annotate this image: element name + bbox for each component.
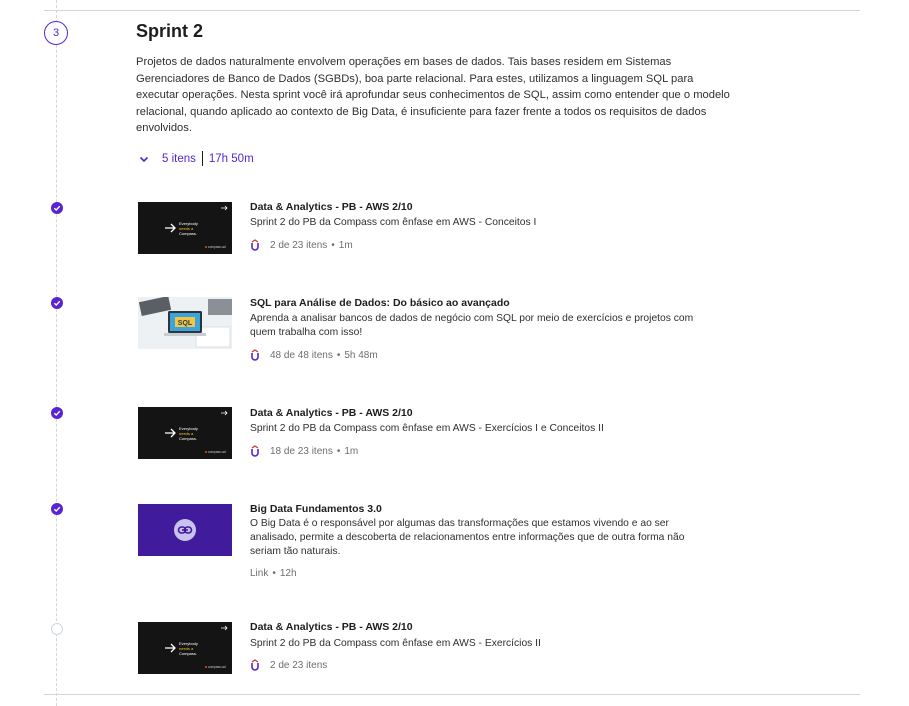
meta-bullet: • <box>336 445 341 457</box>
compass-thumbnail-art: Everybody needs a Compass. compass.uol <box>165 205 228 249</box>
meta-bullet: • <box>331 239 335 251</box>
compass-thumbnail-art: Everybody needs a Compass. compass.uol <box>165 410 228 454</box>
item-meta: 2 de 23 itens • 1m <box>250 239 353 251</box>
section-description: Projetos de dados naturalmente envolvem … <box>136 56 730 134</box>
item-progress: 2 de 23 itens <box>270 659 328 671</box>
compass-thumbnail-art: Everybody needs a Compass. compass.uol <box>165 625 228 669</box>
item-progress: 18 de 23 itens <box>270 445 333 457</box>
section-title: Sprint 2 <box>136 21 204 41</box>
chevron-down-icon[interactable] <box>138 153 150 165</box>
check-icon <box>51 202 63 214</box>
item-duration: 5h 48m <box>344 349 378 361</box>
udemy-business-icon <box>250 659 260 671</box>
course-thumbnail[interactable]: SQL <box>138 297 232 349</box>
sql-thumbnail-art: SQL <box>138 297 232 349</box>
course-thumbnail[interactable] <box>138 504 232 556</box>
brand-label: compass.uol <box>208 245 226 249</box>
course-thumbnail[interactable]: Everybody needs a Compass. compass.uol <box>138 622 232 674</box>
tagline-line-3: Compass. <box>179 651 197 656</box>
meta-divider <box>201 151 203 166</box>
udemy-business-icon <box>250 349 260 361</box>
meta-bullet: • <box>336 349 341 361</box>
item-title[interactable]: Data & Analytics - PB - AWS 2/10 <box>250 201 413 213</box>
item-subtitle: O Big Data é o responsável por algumas d… <box>250 518 685 557</box>
section-duration: 17h 50m <box>208 152 254 165</box>
item-title[interactable]: Data & Analytics - PB - AWS 2/10 <box>250 621 413 633</box>
course-thumbnail[interactable]: Everybody needs a Compass. compass.uol <box>138 407 232 459</box>
item-subtitle: Sprint 2 do PB da Compass com ênfase em … <box>250 423 604 434</box>
sql-badge-text: SQL <box>178 320 193 327</box>
incomplete-circle-icon <box>51 623 63 635</box>
tagline-line-3: Compass. <box>179 231 197 236</box>
item-title[interactable]: Data & Analytics - PB - AWS 2/10 <box>250 407 413 419</box>
section-meta[interactable]: 5 itens 17h 50m <box>138 151 254 166</box>
section-number-badge: 3 <box>44 21 68 45</box>
meta-bullet: • <box>272 568 276 579</box>
section-number: 3 <box>52 27 60 39</box>
item-meta: 48 de 48 itens • 5h 48m <box>250 349 378 361</box>
item-subtitle: Sprint 2 do PB da Compass com ênfase em … <box>250 217 537 228</box>
timeline-line <box>56 0 57 706</box>
item-title[interactable]: Big Data Fundamentos 3.0 <box>250 503 382 515</box>
item-progress: 2 de 23 itens <box>270 239 328 251</box>
top-divider <box>44 10 860 11</box>
item-type: Link <box>250 568 269 579</box>
check-icon <box>51 503 63 515</box>
item-duration: 12h <box>279 568 297 579</box>
check-icon <box>51 407 63 419</box>
brand-label: compass.uol <box>208 450 226 454</box>
course-thumbnail[interactable]: Everybody needs a Compass. compass.uol <box>138 202 232 254</box>
item-meta: 18 de 23 itens • 1m <box>250 445 358 457</box>
item-progress: 48 de 48 itens <box>270 349 333 361</box>
brand-label: compass.uol <box>208 665 226 669</box>
item-title[interactable]: SQL para Análise de Dados: Do básico ao … <box>250 297 510 309</box>
check-icon <box>51 297 63 309</box>
item-subtitle: Sprint 2 do PB da Compass com ênfase em … <box>250 638 541 649</box>
item-duration: 1m <box>338 239 353 251</box>
bottom-divider <box>44 694 860 695</box>
link-icon <box>174 519 196 541</box>
tagline-line-3: Compass. <box>179 436 197 441</box>
udemy-business-icon <box>250 239 260 251</box>
item-subtitle: Aprenda a analisar bancos de dados de ne… <box>250 313 694 338</box>
item-duration: 1m <box>344 445 359 457</box>
item-meta: Link • 12h <box>250 568 297 579</box>
item-meta: 2 de 23 itens <box>250 659 327 671</box>
items-count: 5 itens <box>162 152 196 165</box>
udemy-business-icon <box>250 445 260 457</box>
